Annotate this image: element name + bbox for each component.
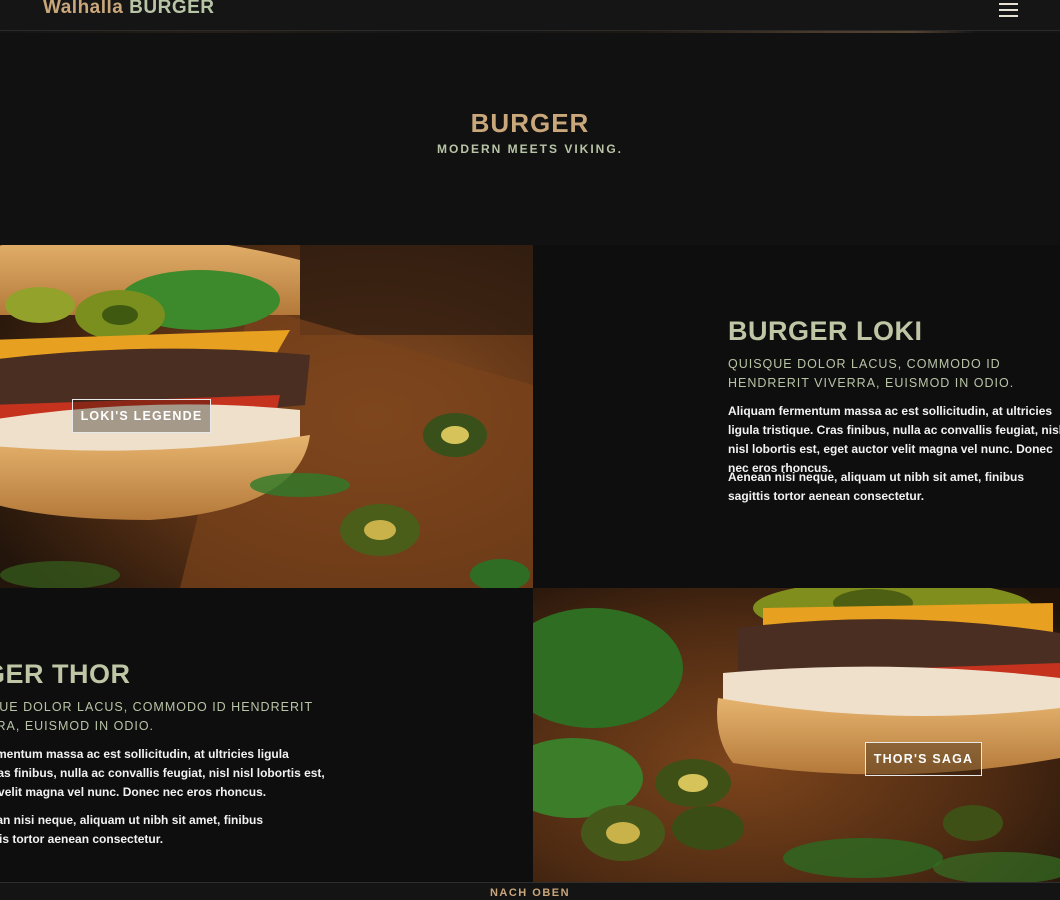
burger-loki-photo: LOKI'S LEGENDE [0, 245, 533, 588]
page: Walhalla BURGER BURGER MODERN MEETS VIKI… [0, 0, 1060, 900]
thor-saga-button[interactable]: THOR'S SAGA [865, 742, 982, 776]
item-subtitle-thor: QUISQUE DOLOR LACUS, COMMODO ID HENDRERI… [0, 700, 313, 733]
brand-name-part2: BURGER [129, 0, 215, 18]
brand-name-part1: Walhalla [43, 0, 124, 18]
brand-logo[interactable]: Walhalla BURGER [43, 0, 215, 19]
item-paragraph-2-thor: Aenean nisi neque, aliquam ut nibh sit a… [0, 813, 264, 846]
item-paragraph-1-loki: Aliquam fermentum massa ac est sollicitu… [728, 404, 1060, 475]
back-to-top-link[interactable]: NACH OBEN [0, 887, 1060, 899]
loki-text-panel: BURGER LOKI QUISQUE DOLOR LACUS, COMMODO… [533, 245, 1060, 588]
loki-legend-button[interactable]: LOKI'S LEGENDE [72, 399, 211, 433]
top-navigation-bar: Walhalla BURGER [0, 0, 1060, 31]
burger-thor-image [533, 588, 1060, 882]
item-subtitle-loki: QUISQUE DOLOR LACUS, COMMODO ID HENDRERI… [728, 357, 1015, 390]
bottom-bar: NACH OBEN [0, 882, 1060, 900]
section-subtitle: MODERN MEETS VIKING. [436, 142, 623, 156]
item-title-loki: BURGER LOKI [728, 316, 923, 346]
header-divider [0, 31, 1060, 33]
feature-row-thor: BURGER THOR QUISQUE DOLOR LACUS, COMMODO… [0, 588, 1060, 882]
item-title-thor: BURGER THOR [0, 659, 131, 689]
section-title: BURGER [470, 108, 590, 138]
item-paragraph-1-thor: Aliquam fermentum massa ac est sollicitu… [0, 747, 325, 799]
feature-row-loki: LOKI'S LEGENDE BURGER LOKI QUISQUE DOLOR… [0, 245, 1060, 588]
burger-thor-photo: THOR'S SAGA [533, 588, 1060, 882]
item-paragraph-2-loki: Aenean nisi neque, aliquam ut nibh sit a… [728, 470, 1025, 503]
hamburger-menu-icon[interactable] [999, 3, 1019, 17]
thor-text-panel: BURGER THOR QUISQUE DOLOR LACUS, COMMODO… [0, 588, 533, 882]
